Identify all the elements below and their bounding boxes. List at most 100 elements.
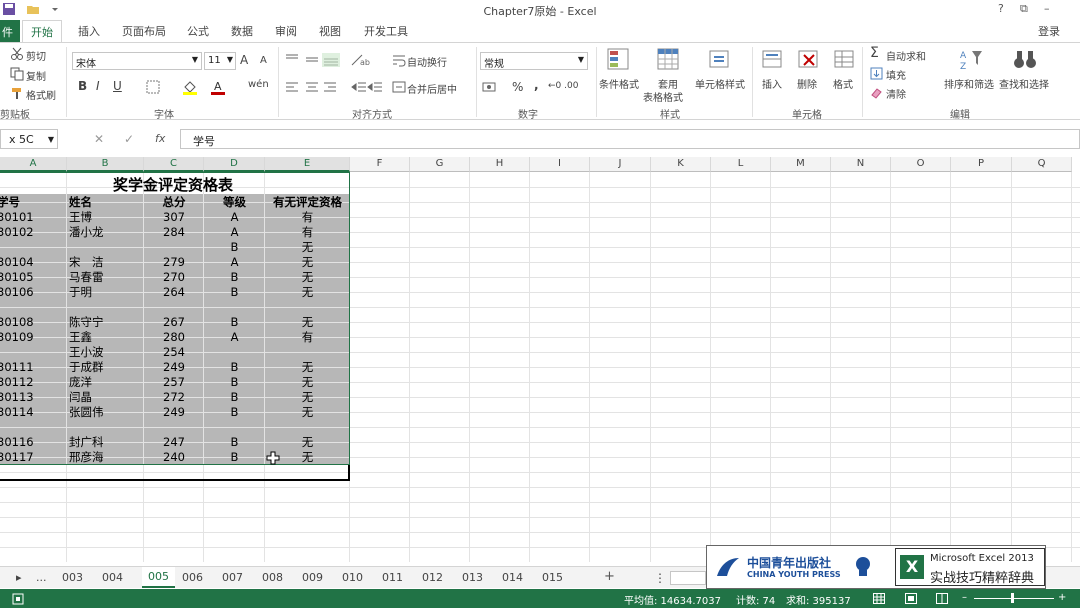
decimal-icons[interactable]: ←0 .00 xyxy=(548,81,578,91)
macro-record-icon[interactable] xyxy=(12,593,24,605)
sign-in-link[interactable]: 登录 xyxy=(1038,23,1060,39)
percent-button[interactable]: % xyxy=(512,80,523,94)
format-table-button-line2[interactable]: 表格格式 xyxy=(643,89,683,104)
add-sheet-button[interactable]: + xyxy=(604,569,615,584)
normal-view-icon[interactable] xyxy=(873,593,885,604)
tab-home[interactable]: 开始 xyxy=(22,20,62,43)
copy-button[interactable]: 复制 xyxy=(26,68,46,83)
sheet-tab-003[interactable]: 003 xyxy=(62,571,83,584)
tab-data[interactable]: 数据 xyxy=(231,23,253,39)
chevron-down-icon[interactable]: ▼ xyxy=(48,135,54,144)
sheet-tab-011[interactable]: 011 xyxy=(382,571,403,584)
cell-styles-button[interactable]: 单元格样式 xyxy=(695,76,745,91)
column-header-j[interactable]: J xyxy=(590,157,651,172)
insert-cells-button[interactable]: 插入 xyxy=(762,76,782,91)
phonetic-icon[interactable]: wén xyxy=(248,79,269,90)
currency-icon[interactable] xyxy=(482,80,498,94)
font-size-select[interactable]: 11 ▼ xyxy=(204,52,236,70)
sheet-tab-012[interactable]: 012 xyxy=(422,571,443,584)
tab-formulas[interactable]: 公式 xyxy=(187,23,209,39)
number-format-select[interactable]: 常规 ▼ xyxy=(480,52,588,70)
scroll-tabs-icon[interactable]: ▸ xyxy=(16,571,22,584)
column-header-i[interactable]: I xyxy=(530,157,590,172)
underline-button[interactable]: U xyxy=(113,79,122,93)
autosum-button[interactable]: 自动求和 xyxy=(886,48,926,63)
fill-color-icon[interactable] xyxy=(182,79,198,95)
ribbon-display-icon[interactable]: ⧉ xyxy=(1020,2,1028,16)
sheet-tab-014[interactable]: 014 xyxy=(502,571,523,584)
zoom-in-icon[interactable]: + xyxy=(1058,592,1066,603)
column-header-p[interactable]: P xyxy=(951,157,1012,172)
tab-insert[interactable]: 插入 xyxy=(78,23,100,39)
column-header-f[interactable]: F xyxy=(350,157,410,172)
sheet-tab-008[interactable]: 008 xyxy=(262,571,283,584)
column-header-h[interactable]: H xyxy=(470,157,530,172)
name-box[interactable]: x 5C ▼ xyxy=(0,129,58,149)
column-header-g[interactable]: G xyxy=(410,157,470,172)
enter-icon[interactable]: ✓ xyxy=(124,132,134,146)
ribbon-separator xyxy=(862,47,863,117)
page-layout-view-icon[interactable] xyxy=(905,593,917,604)
sheet-tab-005[interactable]: 005 xyxy=(142,567,175,588)
column-header-q[interactable]: Q xyxy=(1012,157,1072,172)
column-header-m[interactable]: M xyxy=(771,157,831,172)
column-header-n[interactable]: N xyxy=(831,157,891,172)
minimize-icon[interactable]: – xyxy=(1044,2,1050,15)
merge-center-button[interactable]: 合并后居中 xyxy=(407,81,457,96)
tab-page-layout[interactable]: 页面布局 xyxy=(122,23,166,39)
border-icon[interactable] xyxy=(146,80,160,94)
insert-function-icon[interactable]: fx xyxy=(155,132,165,145)
column-header-o[interactable]: O xyxy=(891,157,951,172)
orientation-icon[interactable]: ab xyxy=(350,53,370,67)
column-header-a[interactable]: A xyxy=(0,157,67,172)
column-header-l[interactable]: L xyxy=(711,157,771,172)
font-color-icon[interactable]: A xyxy=(210,79,226,95)
format-cells-button[interactable]: 格式 xyxy=(833,76,853,91)
help-button[interactable]: ? xyxy=(998,2,1004,15)
zoom-slider-thumb[interactable] xyxy=(1011,593,1014,603)
more-tabs-button[interactable]: ... xyxy=(36,571,47,584)
horizontal-scrollbar[interactable] xyxy=(670,571,706,585)
comma-button[interactable]: , xyxy=(534,78,539,92)
bold-button[interactable]: B xyxy=(78,79,87,93)
tab-review[interactable]: 审阅 xyxy=(275,23,297,39)
clear-button[interactable]: 清除 xyxy=(886,86,906,101)
wrap-text-button[interactable]: 自动换行 xyxy=(407,54,447,69)
sheet-tab-004[interactable]: 004 xyxy=(102,571,123,584)
conditional-format-button[interactable]: 条件格式 xyxy=(599,76,639,91)
zoom-out-icon[interactable]: – xyxy=(962,592,967,603)
column-header-d[interactable]: D xyxy=(204,157,265,172)
indent-icons[interactable] xyxy=(350,81,384,93)
sort-filter-button[interactable]: 排序和筛选 xyxy=(944,76,994,91)
page-break-view-icon[interactable] xyxy=(936,593,948,604)
column-header-k[interactable]: K xyxy=(651,157,711,172)
tab-view[interactable]: 视图 xyxy=(319,23,341,39)
column-header-e[interactable]: E xyxy=(265,157,350,172)
column-header-b[interactable]: B xyxy=(67,157,144,172)
sheet-tab-009[interactable]: 009 xyxy=(302,571,323,584)
cut-button[interactable]: 剪切 xyxy=(26,48,46,63)
delete-cells-button[interactable]: 删除 xyxy=(797,76,817,91)
column-header-c[interactable]: C xyxy=(144,157,204,172)
sheet-tab-015[interactable]: 015 xyxy=(542,571,563,584)
sheet-tab-013[interactable]: 013 xyxy=(462,571,483,584)
tab-developer[interactable]: 开发工具 xyxy=(364,23,408,39)
tab-bar-splitter-icon[interactable]: ⋮ xyxy=(654,571,666,585)
find-select-button[interactable]: 查找和选择 xyxy=(999,76,1049,91)
grow-font-button[interactable]: A xyxy=(240,53,248,67)
horizontal-align-icons[interactable] xyxy=(284,81,344,93)
shrink-font-button[interactable]: A xyxy=(260,55,267,66)
formula-input[interactable]: 学号 xyxy=(180,129,1080,149)
sheet-tab-007[interactable]: 007 xyxy=(222,571,243,584)
worksheet-grid[interactable]: ABCDEFGHIJKLMNOPQ 学号 姓名 总分 等级 有无评定资格 30101 王博 3… xyxy=(0,157,1080,562)
cancel-icon[interactable]: ✕ xyxy=(94,132,104,146)
format-painter-button[interactable]: 格式刷 xyxy=(26,87,56,102)
tab-file[interactable]: 件 xyxy=(0,20,20,42)
vertical-align-icons[interactable] xyxy=(284,53,344,67)
font-name-select[interactable]: 宋体 ▼ xyxy=(72,52,202,70)
zoom-slider-track[interactable] xyxy=(974,598,1054,599)
italic-button[interactable]: I xyxy=(96,79,100,93)
sheet-tab-006[interactable]: 006 xyxy=(182,571,203,584)
fill-button[interactable]: 填充 xyxy=(886,67,906,82)
sheet-tab-010[interactable]: 010 xyxy=(342,571,363,584)
